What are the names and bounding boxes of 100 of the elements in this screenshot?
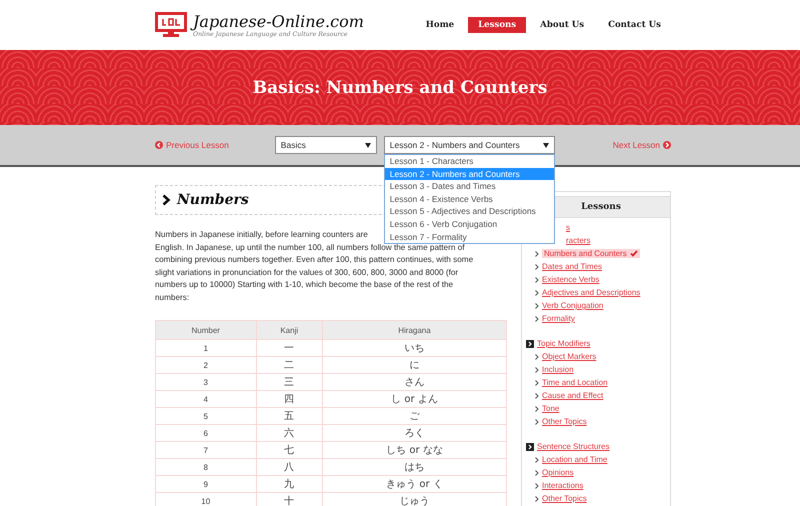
table-cell: 二 (256, 356, 322, 374)
caret-icon (364, 142, 371, 148)
chevron-icon (535, 380, 539, 386)
chevron-icon (535, 418, 539, 424)
table-cell: 4 (156, 390, 256, 408)
chevron-icon (535, 302, 539, 308)
sidebar-title: Lessons (581, 202, 621, 212)
sidebar-link[interactable]: Other Topics (542, 417, 587, 426)
sidebar-link[interactable]: Numbers and Counters (542, 249, 640, 258)
sidebar-link[interactable]: Other Topics (542, 494, 587, 503)
table-cell: 四 (256, 390, 322, 408)
chevron-icon (535, 496, 539, 502)
chevron-icon (535, 392, 539, 398)
sidebar-link[interactable]: Time and Location (542, 378, 608, 387)
group-link[interactable]: Sentence Structures (537, 442, 610, 451)
chevron-icon (535, 470, 539, 476)
paragraph-line: numbers: (155, 292, 190, 302)
table-cell: はち (322, 458, 506, 476)
table-cell: 8 (156, 458, 256, 476)
chevron-icon (535, 354, 539, 360)
paragraph-line: slight variations in pronunciation for the values of 300, 600, 800, 3000 and 8000 (for (155, 268, 458, 276)
table-cell: 5 (156, 408, 256, 424)
dropdown-option[interactable]: Lesson 7 - Formality (384, 230, 554, 244)
table-cell: いち (322, 340, 506, 356)
table-cell: 7 (156, 442, 256, 458)
circle-left-icon (155, 141, 163, 149)
caret-icon (542, 142, 549, 148)
category-select[interactable]: Basics (274, 136, 377, 154)
table-cell: 6 (156, 424, 256, 442)
paragraph-line: Numbers in Japanese initially, before learning counters are (155, 230, 368, 239)
chevron-icon (535, 406, 539, 412)
nav-link[interactable]: Lessons (468, 17, 526, 33)
sidebar-link[interactable]: Verb Conjugation (542, 301, 604, 310)
previous-lesson-link[interactable]: Previous Lesson (155, 140, 229, 150)
nav-link[interactable]: Contact Us (598, 17, 671, 33)
nav-link[interactable]: About Us (530, 17, 594, 33)
table-cell: きゅう or く (322, 476, 506, 492)
expand-box-icon (526, 340, 534, 348)
dropdown-option[interactable]: Lesson 3 - Dates and Times (384, 180, 554, 193)
chevron-icon (535, 250, 539, 256)
logo-icon (155, 12, 187, 38)
chevron-icon (535, 276, 539, 282)
sidebar-link[interactable]: Location and Time (542, 455, 608, 464)
group-link[interactable]: Topic Modifiers (537, 339, 590, 348)
lesson-select[interactable]: Lesson 2 - Numbers and Counters (384, 136, 555, 154)
table-cell: 一 (256, 340, 322, 356)
dropdown-option[interactable]: Lesson 2 - Numbers and Counters (384, 168, 554, 180)
sidebar-link[interactable]: Dates and Times (542, 262, 602, 271)
table-cell: 9 (156, 476, 256, 492)
chevron-icon (535, 366, 539, 372)
next-lesson-link[interactable]: Next Lesson (612, 140, 671, 150)
chevron-icon (535, 316, 539, 322)
sidebar-link[interactable]: Inclusion (542, 365, 574, 374)
sidebar-link[interactable]: Tone (542, 404, 560, 413)
chevron-icon (535, 456, 539, 462)
table-cell: ご (322, 408, 506, 424)
sidebar-link[interactable]: Opinions (542, 468, 574, 477)
table-cell: に (322, 356, 506, 374)
chevron-icon (535, 264, 539, 270)
table-cell: 1 (156, 340, 256, 356)
column-header: Hiragana (322, 320, 506, 340)
dropdown-option[interactable]: Lesson 6 - Verb Conjugation (384, 218, 554, 231)
expand-box-icon (526, 442, 534, 450)
section-heading: Numbers (177, 192, 249, 208)
table-cell: 七 (256, 442, 322, 458)
group-link[interactable]: s (566, 223, 570, 232)
chevron-icon (535, 482, 539, 488)
table-cell: 九 (256, 476, 322, 492)
circle-right-icon (663, 141, 671, 149)
chevron-icon (162, 194, 171, 206)
table-cell: ろく (322, 424, 506, 442)
table-cell: 六 (256, 424, 322, 442)
dropdown-option[interactable]: Lesson 1 - Characters (384, 155, 554, 168)
sidebar-link[interactable]: Cause and Effect (542, 391, 604, 400)
dropdown-option[interactable]: Lesson 4 - Existence Verbs (384, 192, 554, 206)
table-cell: 2 (156, 356, 256, 374)
table-cell: 3 (156, 374, 256, 390)
table-cell: 八 (256, 458, 322, 476)
sidebar-link[interactable]: Existence Verbs (542, 275, 600, 284)
table-cell: しち or なな (322, 442, 506, 458)
sidebar-link[interactable]: Object Markers (542, 352, 596, 361)
paragraph-line: numbers up to 10000) Starting with 1-10, which become the base of the rest of the (155, 280, 454, 289)
nav-link[interactable]: Home (416, 17, 464, 33)
sidebar-link[interactable]: Formality (542, 314, 575, 323)
dropdown-option[interactable]: Lesson 5 - Adjectives and Descriptions (384, 205, 554, 218)
sidebar-link[interactable]: racters (566, 236, 590, 245)
table-cell: 三 (256, 374, 322, 390)
column-header: Number (156, 320, 256, 340)
check-icon (630, 250, 638, 257)
paragraph-line: English. In Japanese, up until the number 100, all numbers follow the same pattern of (155, 242, 464, 252)
page-title: Basics: Numbers and Counters (252, 78, 548, 98)
table-cell: 10 (156, 492, 256, 506)
table-cell: さん (322, 374, 506, 390)
chevron-icon (535, 290, 539, 296)
column-header: Kanji (256, 320, 322, 340)
paragraph-line: combining previous numbers together. Even after 100, this pattern continues, with some (155, 255, 474, 264)
table-cell: 五 (256, 408, 322, 424)
sidebar-link[interactable]: Interactions (542, 481, 584, 490)
table-cell: し or よん (322, 390, 506, 408)
sidebar-link[interactable]: Adjectives and Descriptions (542, 288, 640, 297)
